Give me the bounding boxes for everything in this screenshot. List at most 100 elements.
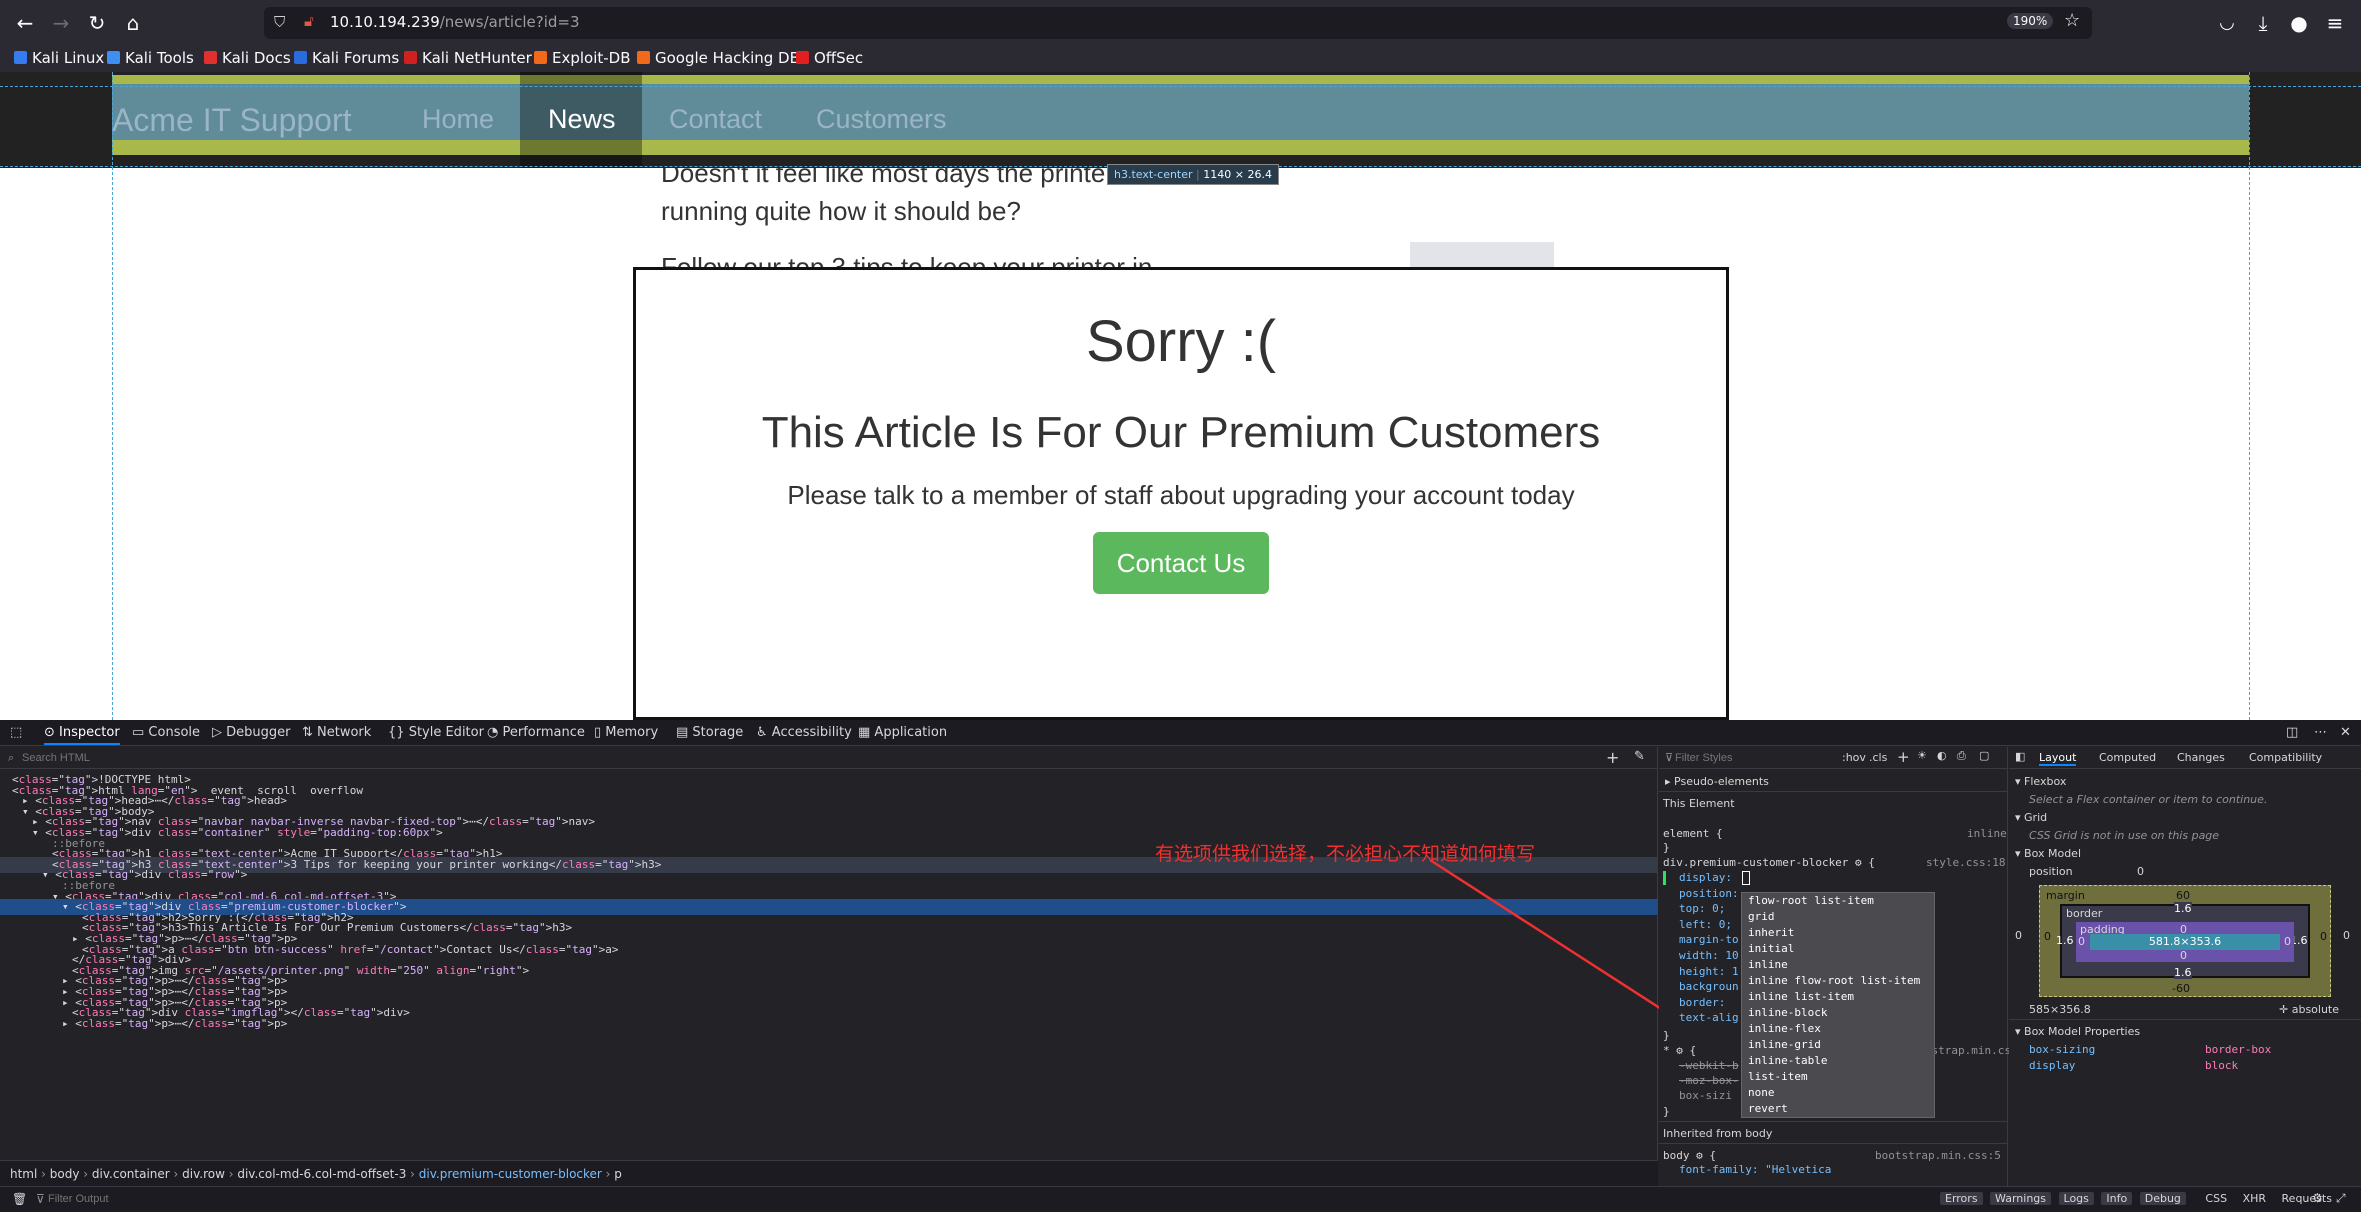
flexbox-header[interactable]: ▾ Flexbox [2015, 775, 2066, 788]
menu-icon[interactable]: ≡ [2320, 8, 2350, 38]
tab-network[interactable]: ⇅ Network [302, 725, 371, 740]
display-option[interactable]: initial [1742, 941, 1934, 957]
tab-application[interactable]: ▦ Application [858, 725, 947, 740]
tab-performance[interactable]: ◔ Performance [487, 725, 585, 740]
search-html-input[interactable] [22, 749, 1522, 767]
hover-pseudo-toggle[interactable]: :hov [1842, 751, 1866, 764]
screenshot-icon[interactable]: ▢ [1979, 749, 1989, 762]
contact-us-button[interactable]: Contact Us [1093, 532, 1269, 594]
pocket-icon[interactable]: ◡ [2212, 8, 2242, 38]
bookmark-exploit-db[interactable]: Exploit-DB [534, 49, 631, 67]
add-rule-icon[interactable]: + [1897, 748, 1910, 766]
display-option[interactable]: inline-table [1742, 1053, 1934, 1069]
tab-inspector[interactable]: ⊙ Inspector [44, 725, 120, 745]
debug-filter[interactable]: Debug [2139, 1192, 2186, 1205]
pseudo-elements-header[interactable]: ▸ Pseudo-elements [1665, 775, 1769, 788]
info-filter[interactable]: Info [2101, 1192, 2133, 1205]
warnings-filter[interactable]: Warnings [1990, 1192, 2052, 1205]
nav-contact[interactable]: Contact [669, 104, 762, 135]
account-icon[interactable]: ● [2284, 8, 2314, 38]
insecure-lock-icon[interactable]: 🔓︎ [304, 12, 314, 30]
css-property[interactable]: width: 10 [1679, 949, 1739, 962]
tab-changes[interactable]: Changes [2177, 751, 2225, 764]
split-console-icon[interactable]: ⤢ [2336, 1191, 2346, 1206]
back-arrow-icon[interactable]: ← [10, 8, 40, 38]
breadcrumb-item[interactable]: div.row [182, 1167, 225, 1181]
url-bar[interactable]: ⛉ 🔓︎ 10.10.194.239/news/article?id=3 190… [264, 7, 2092, 39]
box-model-properties-header[interactable]: ▾ Box Model Properties [2015, 1025, 2140, 1038]
css-property[interactable]: backgroun [1679, 980, 1739, 993]
bookmark-kali-nethunter[interactable]: Kali NetHunter [404, 49, 532, 67]
grid-header[interactable]: ▾ Grid [2015, 811, 2047, 824]
tab-console[interactable]: ▭ Console [132, 725, 200, 740]
nav-customers[interactable]: Customers [816, 104, 947, 135]
display-option[interactable]: inline list-item [1742, 989, 1934, 1005]
logs-filter[interactable]: Logs [2058, 1192, 2094, 1205]
dock-icon[interactable]: ◫ [2286, 725, 2298, 740]
css-property[interactable]: height: 1 [1679, 965, 1739, 978]
trash-icon[interactable]: 🗑︎ [12, 1192, 27, 1206]
css-property[interactable]: position: [1679, 887, 1739, 900]
filter-styles-input[interactable] [1675, 749, 1855, 767]
css-filter[interactable]: CSS [2205, 1192, 2227, 1205]
xhr-filter[interactable]: XHR [2243, 1192, 2266, 1205]
site-brand[interactable]: Acme IT Support [112, 102, 352, 139]
filter-output-input[interactable] [48, 1190, 448, 1208]
print-media-icon[interactable]: ⎙ [1957, 749, 1966, 763]
close-devtools-icon[interactable]: ✕ [2340, 725, 2351, 740]
toggle-sidebar-icon[interactable]: ◧ [2015, 750, 2025, 763]
breadcrumb-item[interactable]: body [50, 1167, 80, 1181]
tab-layout[interactable]: Layout [2039, 751, 2077, 766]
breadcrumb-item[interactable]: html [10, 1167, 37, 1181]
display-option[interactable]: inline-block [1742, 1005, 1934, 1021]
dark-scheme-icon[interactable]: ◐ [1937, 749, 1947, 762]
more-options-icon[interactable]: ⋯ [2314, 725, 2327, 740]
nav-home[interactable]: Home [422, 104, 494, 135]
bookmark-kali-linux[interactable]: Kali Linux [14, 49, 104, 67]
display-option[interactable]: none [1742, 1085, 1934, 1101]
tab-style-editor[interactable]: {} Style Editor [388, 725, 484, 740]
tab-compatibility[interactable]: Compatibility [2249, 751, 2322, 764]
shield-icon[interactable]: ⛉ [274, 13, 285, 31]
display-option[interactable]: inline [1742, 957, 1934, 973]
css-property[interactable]: display: [1679, 871, 1732, 884]
css-property[interactable]: -moz-box- [1679, 1074, 1739, 1087]
tab-accessibility[interactable]: ♿︎ Accessibility [756, 725, 852, 740]
errors-filter[interactable]: Errors [1940, 1192, 1983, 1205]
tab-debugger[interactable]: ▷ Debugger [212, 725, 291, 740]
reload-icon[interactable]: ↻ [82, 8, 112, 38]
tab-storage[interactable]: ▤ Storage [676, 725, 743, 740]
breadcrumb-item[interactable]: p [614, 1167, 622, 1181]
download-icon[interactable]: ⤓ [2248, 8, 2278, 38]
css-property[interactable]: box-sizi [1679, 1089, 1732, 1102]
settings-gear-icon[interactable]: ⚙ [2312, 1191, 2323, 1205]
zoom-level[interactable]: 190% [2007, 13, 2054, 29]
bookmark-kali-forums[interactable]: Kali Forums [294, 49, 399, 67]
css-property[interactable]: margin-to [1679, 933, 1739, 946]
css-property[interactable]: left: 0; [1679, 918, 1732, 931]
display-option[interactable]: grid [1742, 909, 1934, 925]
display-option[interactable]: list-item [1742, 1069, 1934, 1085]
bookmark-offsec[interactable]: OffSec [796, 49, 863, 67]
bookmark-kali-docs[interactable]: Kali Docs [204, 49, 291, 67]
body-rule-source[interactable]: bootstrap.min.css:5 [1875, 1149, 2001, 1162]
display-option[interactable]: inline-grid [1742, 1037, 1934, 1053]
rule-source[interactable]: style.css:18 [1926, 856, 2005, 869]
tab-memory[interactable]: ▯ Memory [594, 725, 658, 740]
box-model-header[interactable]: ▾ Box Model [2015, 847, 2081, 860]
forward-arrow-icon[interactable]: → [46, 8, 76, 38]
eyedropper-icon[interactable]: ✎ [1634, 749, 1645, 764]
nav-news[interactable]: News [548, 104, 616, 135]
light-scheme-icon[interactable]: ☀ [1917, 749, 1927, 762]
css-property[interactable]: text-alig [1679, 1011, 1739, 1024]
css-property[interactable]: -webkit-b [1679, 1059, 1739, 1072]
cls-toggle[interactable]: .cls [1869, 751, 1887, 764]
pick-element-icon[interactable]: ⬚ [10, 725, 22, 740]
display-option[interactable]: flow-root list-item [1742, 893, 1934, 909]
css-property[interactable]: border: [1679, 996, 1725, 1009]
tab-computed[interactable]: Computed [2099, 751, 2156, 764]
display-option[interactable]: inline flow-root list-item [1742, 973, 1934, 989]
display-option[interactable]: revert [1742, 1101, 1934, 1117]
add-node-icon[interactable]: + [1606, 748, 1619, 767]
breadcrumb-item[interactable]: div.container [92, 1167, 170, 1181]
